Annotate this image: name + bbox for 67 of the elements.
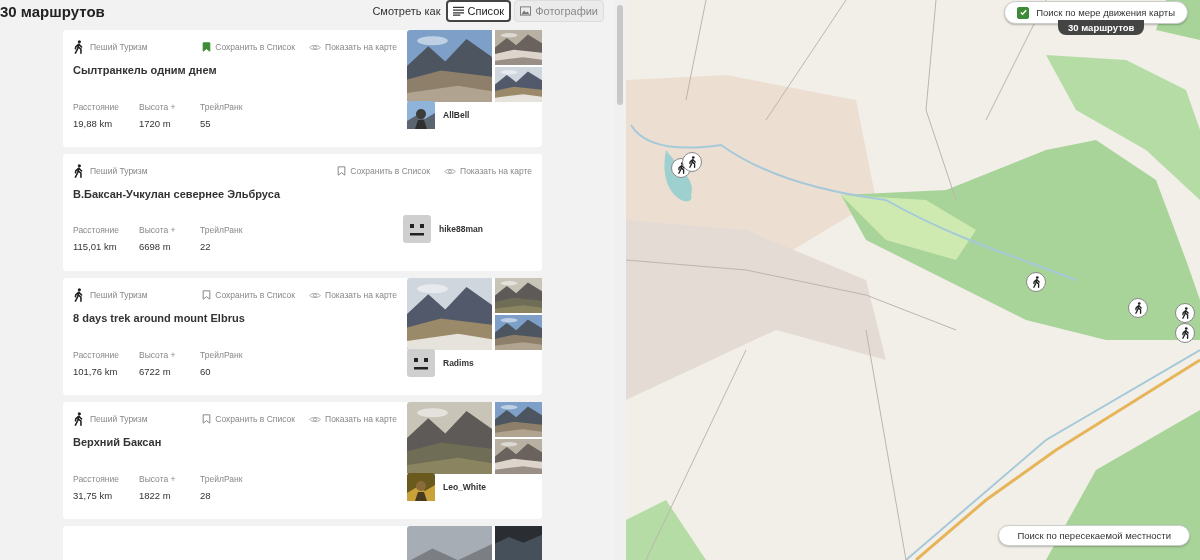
view-as-label: Смотреть как	[372, 5, 441, 17]
stat-value: 55	[200, 118, 212, 129]
view-toggle-button[interactable]: Список	[445, 0, 512, 22]
hiker-icon	[73, 40, 84, 54]
stat-value: 1822 m	[139, 490, 172, 501]
eye-icon	[309, 290, 321, 300]
show-on-map-link[interactable]: Показать на карте	[309, 414, 397, 424]
list-icon	[452, 6, 464, 16]
stat-value: 1720 m	[139, 118, 172, 129]
stat-label: ТрейлРанк	[200, 225, 244, 235]
activity-type: Пеший Туризм	[90, 42, 148, 52]
hiker-icon	[73, 288, 84, 302]
save-to-list-link[interactable]: Сохранить в Список	[337, 166, 430, 176]
activity-type: Пеший Туризм	[90, 414, 148, 424]
stat-label: Высота +	[139, 102, 177, 112]
checkbox[interactable]	[1017, 6, 1030, 19]
hiker-icon	[73, 164, 84, 178]
hiker-icon	[73, 412, 84, 426]
stat-value: 19,88 km	[73, 118, 114, 129]
route-card[interactable]: Пеший Туризм Сохранить в Список Показать на карте 8 days trek around mount Elbrus Расстояние 101,76 km Высота + 6722 m ТрейлРанк 60 Radims	[63, 278, 542, 395]
stat-label: Высота +	[139, 350, 177, 360]
author-name[interactable]: AllBell	[443, 110, 470, 120]
author-name[interactable]: hike88man	[439, 224, 483, 234]
stat-label: Расстояние	[73, 102, 120, 112]
show-on-map-link[interactable]: Показать на карте	[309, 290, 397, 300]
eye-icon	[309, 414, 321, 424]
author-name[interactable]: Leo_White	[443, 482, 486, 492]
stat-value: 60	[200, 366, 212, 377]
stat-value: 6722 m	[139, 366, 172, 377]
stat-label: Расстояние	[73, 225, 120, 235]
scrollbar-thumb[interactable]	[617, 5, 623, 105]
save-to-list-link[interactable]: Сохранить в Список	[202, 42, 295, 52]
route-card[interactable]: Пеший Туризм Сохранить в Список Показать на карте В.Баксан-Учкулан севернее Эльбруса Расстояние 115,01 km Высота + 6698 m ТрейлРанк 22 hike88man	[63, 154, 542, 271]
activity-type: Пеший Туризм	[90, 290, 148, 300]
route-title[interactable]: Сылтранкель одним днем	[63, 64, 407, 86]
routes-count-badge: 30 маршрутов	[1058, 20, 1145, 35]
routes-count: 30 маршрутов	[0, 2, 105, 20]
stat-value: 115,01 km	[73, 241, 118, 252]
stat-label: Высота +	[139, 474, 177, 484]
stat-value: 28	[200, 490, 212, 501]
stat-label: Высота +	[139, 225, 177, 235]
route-title[interactable]: 8 days trek around mount Elbrus	[63, 312, 407, 334]
image-icon	[520, 6, 532, 16]
route-card[interactable]: Пеший Туризм Сохранить в Список Показать на карте Верхний Баксан Расстояние 31,75 km Высота + 1822 m ТрейлРанк 28 Leo_White	[63, 402, 542, 519]
route-title[interactable]: Верхний Баксан	[63, 436, 407, 458]
stat-label: Расстояние	[73, 350, 120, 360]
show-on-map-link[interactable]: Показать на карте	[444, 166, 532, 176]
default-avatar-icon[interactable]	[403, 215, 431, 243]
stat-value: 31,75 km	[73, 490, 114, 501]
save-to-list-link[interactable]: Сохранить в Список	[202, 290, 295, 300]
route-title[interactable]: В.Баксан-Учкулан севернее Эльбруса	[63, 188, 407, 210]
stat-label: ТрейлРанк	[200, 350, 244, 360]
show-on-map-link[interactable]: Показать на карте	[309, 42, 397, 52]
stat-label: Расстояние	[73, 474, 120, 484]
route-card[interactable]: Пеший Туризм Сохранить в Список Показать на карте Сылтранкель одним днем Расстояние 19,88 km Высота + 1720 m ТрейлРанк 55 AllBell	[63, 30, 542, 147]
stat-label: ТрейлРанк	[200, 474, 244, 484]
stat-value: 22	[200, 241, 212, 252]
eye-icon	[444, 166, 456, 176]
default-avatar-icon[interactable]	[407, 349, 435, 377]
eye-icon	[309, 42, 321, 52]
author-name[interactable]: Radims	[443, 358, 474, 368]
stat-label: ТрейлРанк	[200, 102, 244, 112]
stat-value: 6698 m	[139, 241, 172, 252]
save-to-list-link[interactable]: Сохранить в Список	[202, 414, 295, 424]
terrain-search-button[interactable]: Поиск по пересекаемой местности	[998, 525, 1190, 546]
stat-value: 101,76 km	[73, 366, 119, 377]
activity-type: Пеший Туризм	[90, 166, 148, 176]
